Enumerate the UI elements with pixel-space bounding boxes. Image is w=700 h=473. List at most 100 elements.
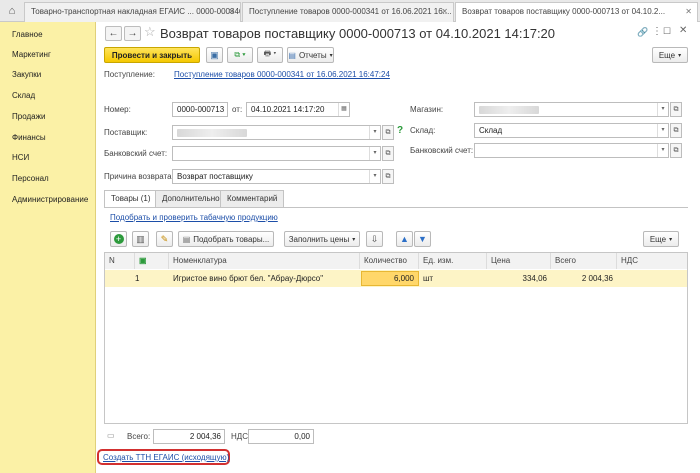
window-tab-receipt[interactable]: Поступление товаров 0000-000341 от 16.06… — [242, 2, 454, 22]
add-row-button[interactable]: + — [110, 231, 127, 247]
column-header-total[interactable]: Всего — [551, 253, 617, 269]
column-header-mark[interactable]: ▣ — [135, 253, 169, 269]
cell-price[interactable]: 334,06 — [487, 270, 547, 287]
fill-prices-label: Заполнить цены — [288, 234, 350, 244]
supplier-field[interactable]: ▾ — [172, 125, 381, 140]
supplier-open-button[interactable]: ⧉ — [382, 125, 394, 140]
reports-label: Отчеты — [298, 50, 327, 60]
window-tab-return[interactable]: Возврат товаров поставщику 0000-000713 о… — [455, 2, 698, 23]
column-header-qty[interactable]: Количество — [360, 253, 419, 269]
close-icon[interactable]: ✕ — [228, 3, 235, 21]
bank-account-label: Банковский счет: — [104, 149, 168, 158]
bank-account-2-open-button[interactable]: ⧉ — [670, 143, 682, 158]
fill-prices-button[interactable]: Заполнить цены ▾ — [284, 231, 360, 247]
sidebar-item-main[interactable]: Главное — [12, 30, 43, 39]
cell-total[interactable]: 2 004,36 — [551, 270, 613, 287]
print-button[interactable]: 🖶 ▾ — [257, 47, 283, 63]
return-reason-open-button[interactable]: ⧉ — [382, 169, 394, 184]
column-header-n[interactable]: N — [105, 253, 135, 269]
sidebar-item-purchases[interactable]: Закупки — [12, 70, 41, 79]
forward-button[interactable]: → — [124, 26, 141, 41]
sidebar-item-personnel[interactable]: Персонал — [12, 174, 49, 183]
home-icon[interactable]: ⌂ — [3, 4, 21, 18]
cell-item[interactable]: Игристое вино брют бел. "Абрау-Дюрсо" — [173, 270, 323, 287]
return-reason-field[interactable]: Возврат поставщику ▾ — [172, 169, 381, 184]
cell-unit[interactable]: шт — [423, 270, 433, 287]
bank-account-open-button[interactable]: ⧉ — [382, 146, 394, 161]
close-icon[interactable]: ✕ — [685, 3, 692, 21]
more-button[interactable]: Еще ▾ — [652, 47, 688, 63]
chevron-down-icon[interactable]: ▾ — [369, 170, 380, 183]
sidebar: Главное Маркетинг Закупки Склад Продажи … — [0, 22, 96, 473]
more-vertical-icon[interactable]: ⋮ — [652, 26, 662, 37]
basis-document-link[interactable]: Поступление товаров 0000-000341 от 16.06… — [174, 70, 390, 79]
barcode-button[interactable]: ▥ — [132, 231, 149, 247]
store-open-button[interactable]: ⧉ — [670, 102, 682, 117]
number-field[interactable]: 0000-000713 — [172, 102, 228, 117]
column-header-price[interactable]: Цена — [487, 253, 551, 269]
date-field[interactable]: 04.10.2021 14:17:20 ▦ — [246, 102, 350, 117]
chevron-down-icon[interactable]: ▾ — [657, 103, 668, 116]
column-header-item[interactable]: Номенклатура — [169, 253, 360, 269]
sidebar-item-sales[interactable]: Продажи — [12, 112, 45, 121]
store-label: Магазин: — [410, 105, 444, 114]
reports-button[interactable]: ▤ Отчеты ▾ — [287, 47, 334, 63]
cell-qty[interactable]: 6,000 — [361, 271, 419, 286]
tab-comment[interactable]: Комментарий — [220, 190, 285, 207]
star-icon[interactable]: ☆ — [144, 24, 156, 40]
column-header-vat[interactable]: НДС — [617, 253, 687, 269]
store-field[interactable]: ▾ — [474, 102, 669, 117]
sidebar-item-nsi[interactable]: НСИ — [12, 153, 29, 162]
sidebar-item-marketing[interactable]: Маркетинг — [12, 50, 51, 59]
chevron-down-icon[interactable]: ▾ — [369, 126, 380, 139]
warehouse-open-button[interactable]: ⧉ — [670, 123, 682, 138]
chevron-down-icon: ▾ — [329, 52, 333, 59]
return-reason-label: Причина возврата: — [104, 172, 174, 181]
open-link-icon: ⧉ — [385, 149, 391, 157]
chevron-down-icon[interactable]: ▾ — [369, 147, 380, 160]
window-tab-label: Товарно-транспортная накладная ЕГАИС ...… — [31, 7, 241, 16]
reports-icon: ▤ — [288, 50, 296, 60]
barcode-icon: ▥ — [136, 233, 145, 244]
move-up-button[interactable]: ▲ — [396, 231, 413, 247]
column-header-unit[interactable]: Ед. изм. — [419, 253, 487, 269]
help-icon[interactable]: ? — [397, 125, 403, 136]
save-button[interactable]: ▣ — [206, 47, 223, 63]
chevron-down-icon[interactable]: ▾ — [657, 124, 668, 137]
window-tab-bar: ⌂ Товарно-транспортная накладная ЕГАИС .… — [0, 0, 700, 23]
pick-goods-button[interactable]: ▤ Подобрать товары... — [178, 231, 274, 247]
bank-account-field[interactable]: ▾ — [172, 146, 381, 161]
create-based-button[interactable]: ⧉ ▾ — [227, 47, 253, 63]
date-label: от: — [232, 105, 243, 114]
goods-table: N ▣ Номенклатура Количество Ед. изм. Цен… — [104, 252, 688, 424]
total-field: 2 004,36 — [153, 429, 225, 444]
redacted-value — [177, 129, 247, 137]
edit-button[interactable]: ✎ — [156, 231, 173, 247]
window-tab-egais-ttn[interactable]: Товарно-транспортная накладная ЕГАИС ...… — [24, 2, 241, 22]
bank-account-2-field[interactable]: ▾ — [474, 143, 669, 158]
tab-goods[interactable]: Товары (1) — [104, 190, 158, 208]
maximize-icon[interactable]: ☐ — [663, 26, 671, 37]
close-icon[interactable]: ✕ — [679, 25, 687, 36]
pencil-icon: ✎ — [160, 233, 169, 244]
post-and-close-button[interactable]: Провести и закрыть — [104, 47, 200, 63]
close-icon[interactable]: ✕ — [441, 3, 448, 21]
link-icon[interactable]: 🔗 — [637, 27, 648, 38]
move-down-button[interactable]: ▼ — [414, 231, 431, 247]
warehouse-field[interactable]: Склад ▾ — [474, 123, 669, 138]
open-link-icon: ⧉ — [673, 126, 679, 134]
open-link-icon: ⧉ — [673, 146, 679, 154]
tab-additional[interactable]: Дополнительно — [155, 190, 227, 207]
sidebar-item-warehouse[interactable]: Склад — [12, 91, 35, 100]
create-ttn-link[interactable]: Создать ТТН ЕГАИС (исходящую) — [103, 453, 229, 462]
table-row[interactable]: 1 Игристое вино брют бел. "Абрау-Дюрсо" … — [105, 270, 687, 287]
sidebar-item-finance[interactable]: Финансы — [12, 133, 46, 142]
sidebar-item-admin[interactable]: Администрирование — [12, 195, 88, 204]
calendar-icon[interactable]: ▦ — [338, 103, 349, 116]
back-button[interactable]: ← — [105, 26, 122, 41]
chevron-down-icon[interactable]: ▾ — [657, 144, 668, 157]
fill-down-button[interactable]: ⇩ — [366, 231, 383, 247]
check-tobacco-link[interactable]: Подобрать и проверить табачную продукцию — [110, 213, 278, 222]
window-tab-label: Поступление товаров 0000-000341 от 16.06… — [249, 7, 452, 16]
goods-more-button[interactable]: Еще ▾ — [643, 231, 679, 247]
